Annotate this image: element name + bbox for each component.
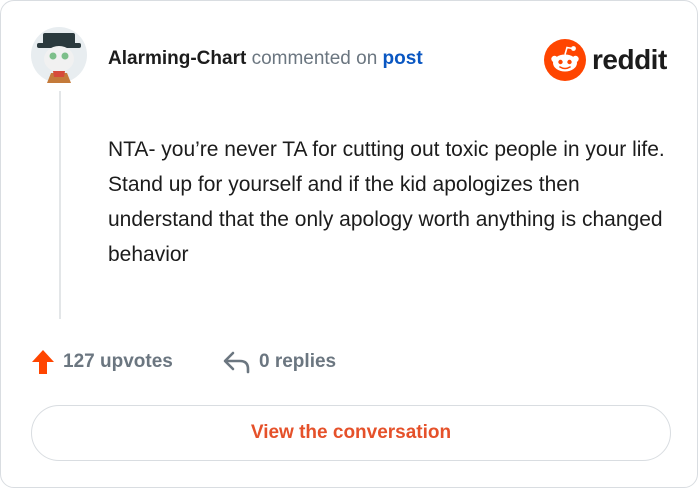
replies-count: 0 replies [259,351,337,372]
comment-header: Alarming-Chart commented on post [108,47,423,71]
comment-card: Alarming-Chart commented on post reddit … [0,0,698,488]
username-link[interactable]: Alarming-Chart [108,48,246,69]
upvotes-stat[interactable]: 127 upvotes [31,347,173,377]
replies-stat[interactable]: 0 replies [223,347,336,377]
reddit-wordmark: reddit [592,44,667,75]
arrow-up-icon [32,350,54,374]
upvotes-count: 127 upvotes [63,351,173,372]
comment-body: NTA- you’re never TA for cutting out tox… [108,138,665,266]
thread-line [59,91,61,319]
avatar-image [31,27,87,83]
action-text: commented on [251,48,378,69]
post-link[interactable]: post [383,48,423,69]
view-conversation-button[interactable]: View the conversation [31,405,671,461]
reply-arrow-icon [223,351,250,374]
reddit-snoo-icon [544,39,586,81]
reddit-logo[interactable]: reddit [544,39,667,81]
user-avatar[interactable] [31,27,87,83]
